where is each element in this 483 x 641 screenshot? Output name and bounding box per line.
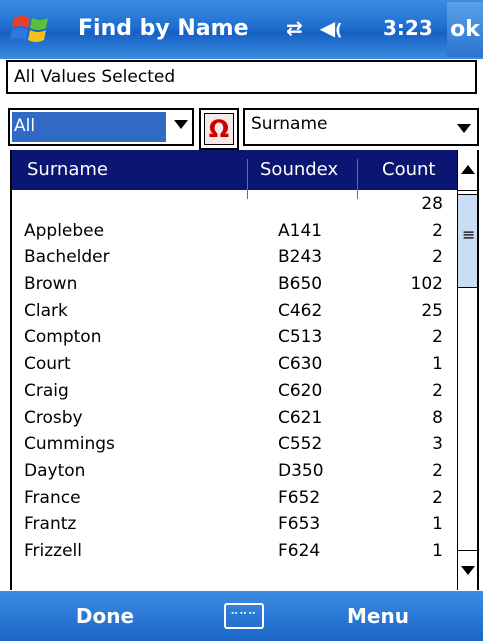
- list-item[interactable]: Frizzell F624 1: [12, 537, 457, 564]
- chevron-down-icon[interactable]: [457, 124, 471, 133]
- title-bar: Find by Name ⇄ ◀( 3:23 ok: [0, 0, 483, 59]
- filter-dropdown-value: All: [12, 112, 166, 142]
- field-dropdown-value: Surname: [251, 114, 328, 134]
- list-item[interactable]: Cummings C552 3: [12, 430, 457, 457]
- list-rows: 28 Applebee A141 2 Bachelder B243 2 Brown B65…: [12, 190, 457, 564]
- done-softkey[interactable]: Done: [0, 591, 210, 641]
- connectivity-volume-icons[interactable]: ⇄ ◀(: [286, 16, 342, 40]
- list-item[interactable]: Craig C620 2: [12, 377, 457, 404]
- vertical-scrollbar[interactable]: [457, 150, 477, 590]
- field-dropdown[interactable]: Surname: [243, 108, 479, 146]
- chevron-down-icon[interactable]: [174, 120, 188, 129]
- column-header-soundex[interactable]: Soundex: [260, 159, 338, 180]
- results-list[interactable]: Surname Soundex Count 28 Applebee A141 2 B…: [10, 150, 479, 590]
- column-header-count[interactable]: Count: [382, 159, 435, 180]
- scroll-down-icon[interactable]: [458, 550, 477, 590]
- list-item[interactable]: 28: [12, 190, 457, 217]
- menu-softkey[interactable]: Menu: [273, 591, 483, 641]
- window-title: Find by Name: [78, 16, 249, 41]
- list-item[interactable]: Crosby C621 8: [12, 404, 457, 431]
- keyboard-icon[interactable]: [224, 603, 264, 629]
- list-item[interactable]: Brown B650 102: [12, 270, 457, 297]
- list-item[interactable]: Bachelder B243 2: [12, 243, 457, 270]
- selection-summary-field[interactable]: All Values Selected: [6, 60, 477, 94]
- scroll-up-icon[interactable]: [458, 150, 477, 191]
- list-item[interactable]: Applebee A141 2: [12, 217, 457, 244]
- list-item[interactable]: Clark C462 25: [12, 297, 457, 324]
- list-item[interactable]: Frantz F653 1: [12, 510, 457, 537]
- selection-summary-text: All Values Selected: [14, 67, 176, 87]
- clock-time[interactable]: 3:23: [383, 16, 433, 40]
- column-header-surname[interactable]: Surname: [27, 159, 108, 180]
- list-item[interactable]: Court C630 1: [12, 350, 457, 377]
- softkey-bar: Done Menu: [0, 591, 483, 641]
- connectivity-icon[interactable]: ⇄: [286, 16, 303, 40]
- list-header: Surname Soundex Count: [12, 150, 457, 199]
- omega-button[interactable]: Ω: [199, 108, 239, 150]
- scroll-thumb[interactable]: [458, 194, 477, 288]
- speaker-icon[interactable]: ◀: [320, 16, 335, 40]
- list-item[interactable]: Compton C513 2: [12, 323, 457, 350]
- omega-icon: Ω: [204, 113, 234, 145]
- list-item[interactable]: Dayton D350 2: [12, 457, 457, 484]
- list-item[interactable]: France F652 2: [12, 484, 457, 511]
- windows-start-icon[interactable]: [10, 10, 54, 48]
- ok-button[interactable]: ok: [447, 2, 483, 57]
- filter-dropdown[interactable]: All: [8, 108, 194, 146]
